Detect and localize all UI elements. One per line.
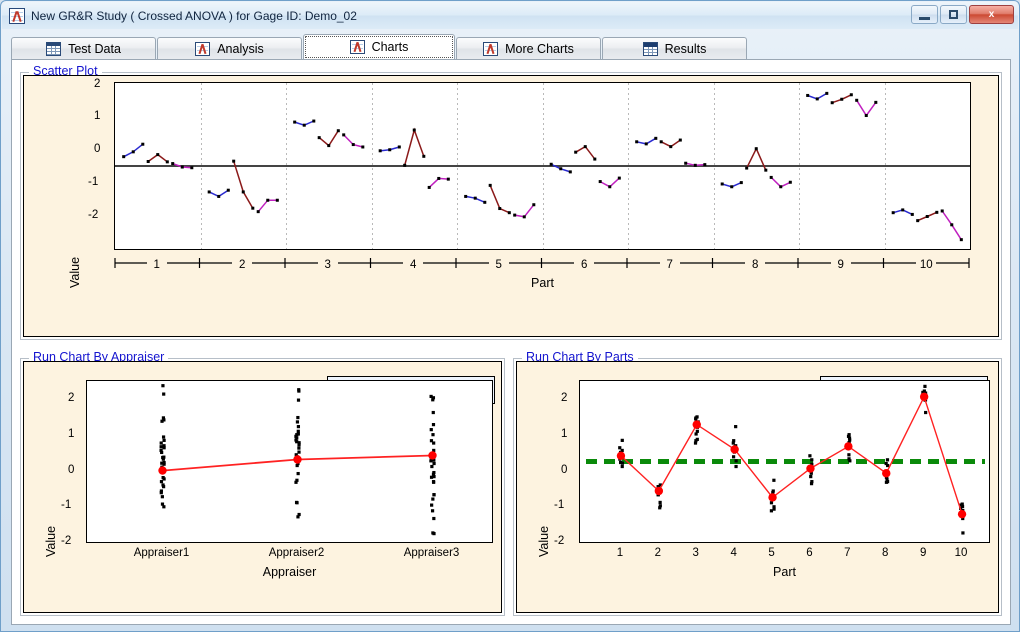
chart-icon	[195, 42, 211, 56]
tab-label: More Charts	[505, 42, 574, 56]
x-tick: 2	[654, 547, 662, 559]
y-tick: 0	[561, 464, 568, 476]
scatter-x-axis-label: Part	[531, 276, 554, 290]
scatter-plot-canvas	[115, 83, 970, 249]
x-tick: 4	[730, 547, 737, 559]
run-chart-appraiser-panel: Average Trial Value -2 -1 0 1 2	[23, 361, 502, 613]
y-tick: 2	[68, 392, 75, 404]
tab-label: Analysis	[217, 42, 264, 56]
x-tick: 8	[745, 259, 766, 271]
charts-page: Scatter Plot Appraiser1 Appraiser2 Appra…	[11, 59, 1011, 625]
scatter-plot-group: Scatter Plot Appraiser1 Appraiser2 Appra…	[20, 64, 1002, 340]
appraiser-plot-axes	[86, 380, 493, 543]
tab-label: Charts	[371, 40, 409, 54]
x-tick: 5	[488, 259, 509, 271]
x-tick: 1	[616, 547, 624, 559]
title-bar[interactable]: New GR&R Study ( Crossed ANOVA ) for Gag…	[2, 2, 1018, 29]
minimize-button[interactable]	[911, 5, 938, 24]
x-tick: 7	[844, 547, 851, 559]
x-tick: Appraiser2	[268, 547, 325, 559]
x-tick: 4	[403, 259, 424, 271]
x-tick: 5	[768, 547, 775, 559]
window-title: New GR&R Study ( Crossed ANOVA ) for Gag…	[31, 8, 357, 23]
y-tick: 1	[68, 428, 75, 440]
x-tick: 2	[232, 259, 253, 271]
tab-analysis[interactable]: Analysis	[157, 37, 302, 60]
maximize-button[interactable]	[940, 5, 967, 24]
x-tick: 8	[882, 547, 889, 559]
tab-more-charts[interactable]: More Charts	[456, 37, 601, 60]
y-tick: 2	[94, 78, 101, 90]
parts-canvas	[586, 384, 985, 535]
x-tick: Appraiser3	[403, 547, 460, 559]
chart-icon	[349, 40, 365, 54]
app-chart-icon	[9, 7, 25, 24]
tab-label: Results	[664, 42, 707, 56]
x-tick: 9	[830, 259, 851, 271]
parts-x-axis-label: Part	[773, 565, 796, 579]
table-icon	[642, 42, 658, 56]
minimize-icon	[919, 16, 930, 20]
y-tick: 0	[94, 143, 101, 155]
x-tick: 6	[806, 547, 813, 559]
run-chart-parts-panel: Average Trial Value -2 -1 0 1 2	[516, 361, 999, 613]
appraiser-y-axis-label: Value	[44, 525, 58, 557]
tab-bar: Test Data Analysis Charts More Charts Re…	[11, 34, 1011, 60]
x-tick: 6	[574, 259, 595, 271]
y-tick: -1	[88, 176, 99, 188]
y-tick: -2	[88, 209, 99, 221]
x-tick: 10	[954, 547, 968, 559]
run-chart-parts-group: Run Chart By Parts Average Trial Value -…	[513, 350, 1002, 616]
chart-icon	[483, 42, 499, 56]
grid-icon	[46, 42, 62, 56]
close-button[interactable]: x	[969, 5, 1014, 24]
y-tick: 1	[94, 110, 101, 122]
maximize-icon	[949, 10, 958, 19]
scatter-y-axis-label: Value	[68, 256, 82, 288]
parts-x-tick-labels: 1 2 3 4 5 6 7 8 9 10	[579, 547, 990, 563]
y-tick: -1	[61, 499, 72, 511]
tab-label: Test Data	[68, 42, 121, 56]
scatter-x-tick-labels: 1 2 3 4 5 6 7 8 9 10	[114, 259, 971, 275]
window-controls: x	[911, 5, 1014, 24]
tab-charts[interactable]: Charts	[303, 34, 455, 60]
x-tick: 1	[146, 259, 167, 271]
x-tick: 7	[659, 259, 680, 271]
application-window: New GR&R Study ( Crossed ANOVA ) for Gag…	[0, 0, 1020, 632]
y-tick: -2	[554, 535, 565, 547]
x-tick: 10	[916, 259, 937, 271]
y-tick: 2	[561, 392, 568, 404]
y-tick: 0	[68, 464, 75, 476]
tab-results[interactable]: Results	[602, 37, 747, 60]
x-tick: 3	[692, 547, 699, 559]
y-tick: -1	[554, 499, 565, 511]
x-tick: 3	[317, 259, 338, 271]
scatter-plot-axes	[114, 82, 971, 250]
x-tick: Appraiser1	[133, 547, 190, 559]
y-tick: 1	[561, 428, 568, 440]
run-chart-appraiser-group: Run Chart By Appraiser Average Trial Val…	[20, 350, 505, 616]
parts-plot-axes	[579, 380, 990, 543]
tab-test-data[interactable]: Test Data	[11, 37, 156, 60]
x-tick: 9	[919, 547, 927, 559]
appraiser-x-axis-label: Appraiser	[262, 565, 317, 579]
appraiser-canvas	[158, 384, 437, 536]
appraiser-x-tick-labels: Appraiser1 Appraiser2 Appraiser3	[86, 547, 493, 563]
y-tick: -2	[61, 535, 72, 547]
parts-y-axis-label: Value	[537, 525, 551, 557]
scatter-plot-panel: Appraiser1 Appraiser2 Appraiser3 Meanx =…	[23, 75, 999, 337]
